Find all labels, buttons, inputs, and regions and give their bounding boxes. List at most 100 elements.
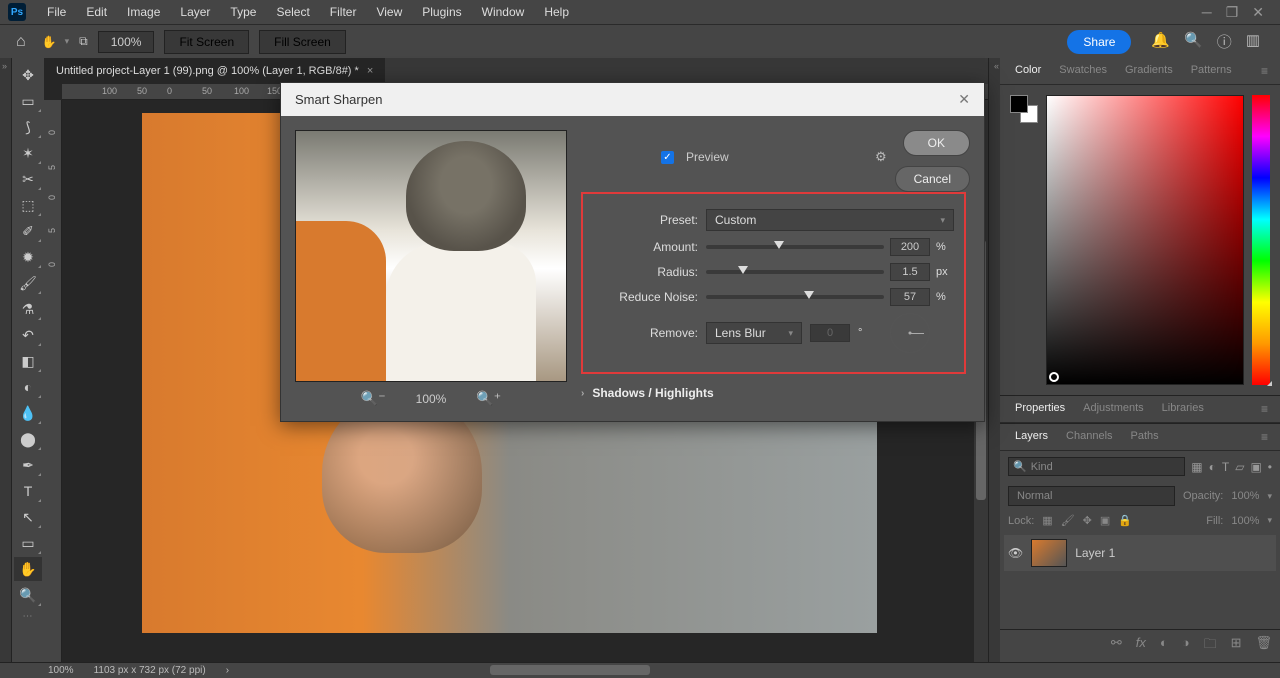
- group-icon[interactable]: 🗀: [1204, 635, 1217, 657]
- filter-adjust-icon[interactable]: ◐: [1209, 460, 1216, 474]
- preview-image[interactable]: [295, 130, 567, 382]
- layer-item[interactable]: 👁 Layer 1: [1004, 535, 1276, 571]
- preset-select[interactable]: Custom▾: [706, 209, 954, 231]
- tab-properties[interactable]: Properties: [1006, 396, 1074, 422]
- hand-tool-icon[interactable]: ✋: [14, 557, 42, 581]
- layer-fx-icon[interactable]: fx: [1136, 635, 1146, 657]
- angle-dial[interactable]: [890, 313, 930, 353]
- move-tool-icon[interactable]: ✥: [14, 63, 42, 87]
- tab-patterns[interactable]: Patterns: [1182, 58, 1241, 84]
- menu-image[interactable]: Image: [118, 2, 169, 22]
- menu-file[interactable]: File: [38, 2, 75, 22]
- menu-plugins[interactable]: Plugins: [413, 2, 470, 22]
- fill-dropdown-icon[interactable]: ▾: [1267, 515, 1272, 526]
- blur-tool-icon[interactable]: 💧: [14, 401, 42, 425]
- home-icon[interactable]: ⌂: [10, 29, 32, 55]
- ok-button[interactable]: OK: [903, 130, 970, 156]
- doc-tab[interactable]: Untitled project-Layer 1 (99).png @ 100%…: [44, 58, 385, 84]
- link-layers-icon[interactable]: ⚯: [1111, 635, 1122, 657]
- search-icon[interactable]: 🔍: [1184, 31, 1203, 52]
- adjustment-layer-icon[interactable]: ◑: [1182, 635, 1190, 657]
- minimize-icon[interactable]: ─: [1202, 4, 1212, 21]
- filter-type-icon[interactable]: T: [1222, 460, 1229, 474]
- panel-menu-icon[interactable]: ≡: [1255, 58, 1274, 84]
- opacity-value[interactable]: 100%: [1231, 490, 1259, 502]
- dialog-close-icon[interactable]: ✕: [958, 91, 970, 108]
- gradient-tool-icon[interactable]: ◐: [14, 375, 42, 399]
- tool-edit-icon[interactable]: ⋯: [12, 608, 44, 625]
- doc-tab-close-icon[interactable]: ×: [367, 65, 373, 77]
- brush-tool-icon[interactable]: 🖌: [14, 271, 42, 295]
- remove-select[interactable]: Lens Blur▾: [706, 322, 802, 344]
- opacity-dropdown-icon[interactable]: ▾: [1267, 491, 1272, 502]
- preview-checkbox[interactable]: ✓: [661, 151, 674, 164]
- type-tool-icon[interactable]: T: [14, 479, 42, 503]
- selection-tool-icon[interactable]: ✶: [14, 141, 42, 165]
- share-button[interactable]: Share: [1067, 30, 1131, 54]
- radius-input[interactable]: 1.5: [890, 263, 930, 281]
- workspace-icon[interactable]: ▥: [1246, 31, 1260, 52]
- filter-pixel-icon[interactable]: ▦: [1191, 460, 1202, 474]
- tab-color[interactable]: Color: [1006, 58, 1050, 84]
- lock-position-icon[interactable]: ✥: [1083, 514, 1092, 527]
- tab-paths[interactable]: Paths: [1122, 424, 1168, 450]
- frame-tool-icon[interactable]: ⬚: [14, 193, 42, 217]
- amount-input[interactable]: 200: [890, 238, 930, 256]
- menu-help[interactable]: Help: [535, 2, 578, 22]
- horizontal-scrollbar[interactable]: [490, 665, 650, 675]
- crop-tool-icon[interactable]: ✂: [14, 167, 42, 191]
- maximize-icon[interactable]: ❐: [1226, 4, 1239, 21]
- hand-tool-icon[interactable]: ✋: [42, 35, 57, 49]
- filter-shape-icon[interactable]: ▱: [1235, 460, 1244, 474]
- amount-slider[interactable]: [706, 245, 884, 249]
- fill-screen-button[interactable]: Fill Screen: [259, 30, 346, 54]
- history-brush-tool-icon[interactable]: ↶: [14, 323, 42, 347]
- tab-libraries[interactable]: Libraries: [1153, 396, 1213, 422]
- new-layer-icon[interactable]: ⊞: [1231, 635, 1242, 657]
- fg-swatch[interactable]: [1010, 95, 1028, 113]
- layer-thumbnail[interactable]: [1031, 539, 1067, 567]
- eraser-tool-icon[interactable]: ◧: [14, 349, 42, 373]
- tab-swatches[interactable]: Swatches: [1050, 58, 1116, 84]
- lock-all-icon[interactable]: 🔒: [1118, 514, 1132, 527]
- menu-window[interactable]: Window: [473, 2, 534, 22]
- delete-layer-icon[interactable]: 🗑: [1255, 635, 1272, 657]
- healing-tool-icon[interactable]: ✹: [14, 245, 42, 269]
- tab-adjustments[interactable]: Adjustments: [1074, 396, 1153, 422]
- pen-tool-icon[interactable]: ✒: [14, 453, 42, 477]
- dialog-titlebar[interactable]: Smart Sharpen ✕: [281, 83, 984, 116]
- marquee-tool-icon[interactable]: ▭: [14, 89, 42, 113]
- noise-slider[interactable]: [706, 295, 884, 299]
- shadows-highlights-disclosure[interactable]: › Shadows / Highlights: [581, 374, 970, 402]
- lock-transparency-icon[interactable]: ▦: [1042, 514, 1052, 527]
- panel-menu-icon[interactable]: ≡: [1255, 396, 1274, 422]
- radius-slider[interactable]: [706, 270, 884, 274]
- menu-filter[interactable]: Filter: [321, 2, 366, 22]
- menu-layer[interactable]: Layer: [171, 2, 219, 22]
- stamp-tool-icon[interactable]: ⚗: [14, 297, 42, 321]
- close-window-icon[interactable]: ✕: [1252, 4, 1264, 21]
- angle-input[interactable]: 0: [810, 324, 850, 342]
- dodge-tool-icon[interactable]: ⬤: [14, 427, 42, 451]
- eyedropper-tool-icon[interactable]: ✐: [14, 219, 42, 243]
- tab-gradients[interactable]: Gradients: [1116, 58, 1182, 84]
- zoom-tool-icon[interactable]: 🔍: [14, 583, 42, 607]
- menu-type[interactable]: Type: [221, 2, 265, 22]
- layer-mask-icon[interactable]: ◐: [1160, 635, 1168, 657]
- tool-dropdown-icon[interactable]: ▾: [65, 36, 70, 47]
- menu-select[interactable]: Select: [267, 2, 318, 22]
- menu-edit[interactable]: Edit: [77, 2, 116, 22]
- fg-bg-swatches[interactable]: [1010, 95, 1038, 123]
- settings-gear-icon[interactable]: ⚙: [875, 149, 887, 165]
- lasso-tool-icon[interactable]: ⟆: [14, 115, 42, 139]
- tab-layers[interactable]: Layers: [1006, 424, 1057, 450]
- scroll-all-icon[interactable]: ⧉: [79, 34, 88, 49]
- filter-smart-icon[interactable]: ▣: [1250, 460, 1261, 474]
- status-arrow-icon[interactable]: ›: [226, 665, 229, 676]
- visibility-icon[interactable]: 👁: [1008, 546, 1023, 560]
- status-dimensions[interactable]: 1103 px x 732 px (72 ppi): [94, 665, 206, 676]
- hue-slider[interactable]: [1252, 95, 1270, 385]
- blend-mode-select[interactable]: Normal: [1008, 486, 1175, 506]
- filter-toggle-icon[interactable]: •: [1268, 460, 1272, 474]
- zoom-out-icon[interactable]: 🔍⁻: [361, 390, 386, 407]
